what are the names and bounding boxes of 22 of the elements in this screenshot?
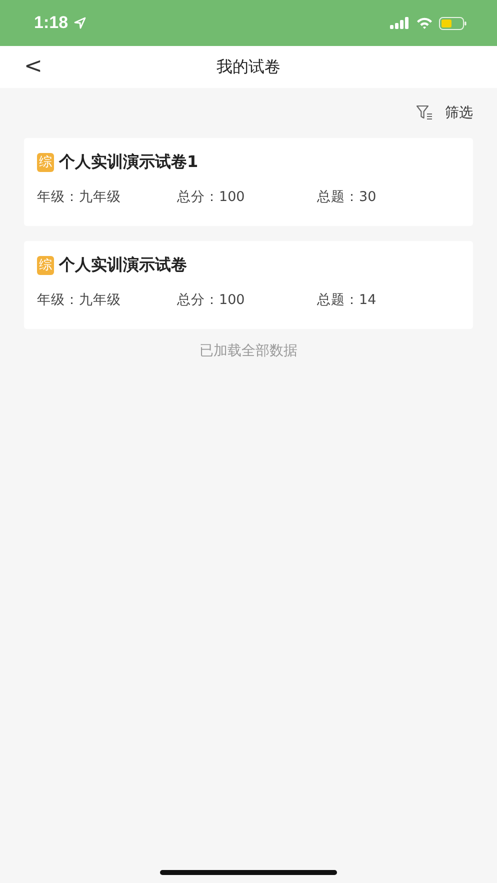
status-time: 1:18 bbox=[34, 13, 68, 33]
paper-card[interactable]: 综 个人实训演示试卷 年级：九年级 总分：100 总题：14 bbox=[24, 241, 473, 329]
paper-info-text: 总题：14 bbox=[317, 291, 378, 309]
paper-title: 个人实训演示试卷 bbox=[59, 255, 187, 276]
paper-title: 个人实训演示试卷1 bbox=[59, 152, 198, 173]
paper-card[interactable]: 综 个人实训演示试卷1 年级：九年级 总分：100 总题：30 bbox=[24, 138, 473, 226]
filter-icon[interactable] bbox=[416, 105, 433, 121]
battery-icon bbox=[439, 16, 467, 30]
location-arrow-icon bbox=[74, 17, 86, 29]
paper-info-text: 年级：九年级 bbox=[37, 188, 122, 206]
back-button[interactable]: < bbox=[18, 52, 48, 81]
end-of-list-text: 已加载全部数据 bbox=[198, 342, 298, 360]
wifi-icon bbox=[416, 17, 433, 29]
paper-info-text: 总分：100 bbox=[177, 291, 246, 309]
page-title: 我的试卷 bbox=[216, 56, 280, 78]
paper-info-text: 总题：30 bbox=[317, 188, 378, 206]
paper-info-text: 年级：九年级 bbox=[37, 291, 122, 309]
signal-icon bbox=[390, 17, 410, 29]
category-tag: 综 bbox=[37, 256, 54, 275]
paper-info-text: 总分：100 bbox=[177, 188, 246, 206]
filter-button[interactable]: 筛选 bbox=[445, 104, 473, 122]
category-tag: 综 bbox=[37, 153, 54, 172]
